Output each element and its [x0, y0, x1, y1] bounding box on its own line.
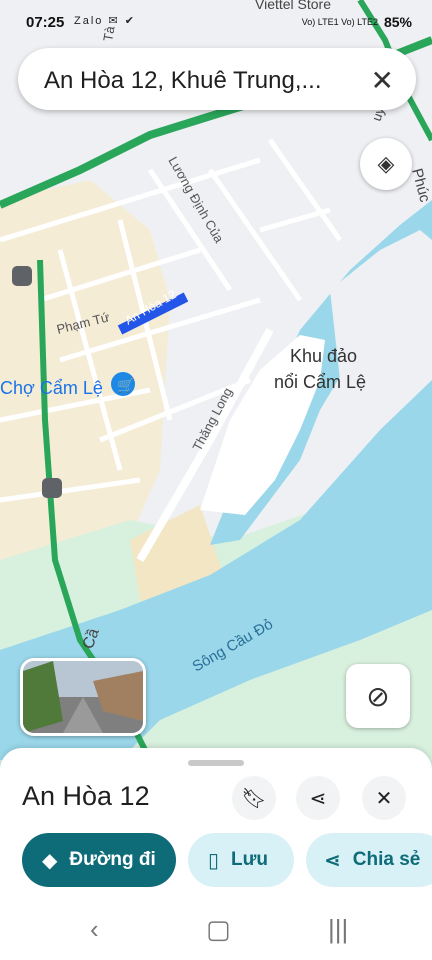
bus-stop-icon — [42, 478, 62, 498]
search-query[interactable]: An Hòa 12, Khuê Trung,... — [44, 67, 322, 95]
location-off-icon: ⊘ — [366, 680, 390, 712]
battery-text: 85% — [383, 14, 412, 30]
search-bar[interactable]: An Hòa 12, Khuê Trung,... ✕ — [18, 48, 416, 110]
signal-text: Vo) LTE1 Vo) LTE2 — [301, 17, 378, 27]
directions-icon: ◆ — [42, 849, 58, 872]
layers-button[interactable]: ◈ — [360, 138, 412, 190]
save-label: Lưu — [231, 849, 268, 870]
notification-icons: Zalo ✉ ✔ — [74, 15, 136, 27]
place-title: An Hòa 12 — [22, 781, 150, 811]
share-icon: ⋖ — [309, 787, 327, 810]
close-sheet-button[interactable]: ✕ — [362, 776, 406, 820]
my-location-button[interactable]: ⊘ — [346, 664, 410, 728]
home-icon[interactable]: ▢ — [206, 914, 231, 945]
close-icon[interactable]: ✕ — [371, 64, 394, 97]
street-view-thumbnail[interactable] — [20, 658, 146, 736]
recents-icon[interactable]: ||| — [328, 914, 348, 945]
street-view-image — [23, 661, 143, 733]
bus-stop-icon — [12, 266, 32, 286]
save-button[interactable]: ▯ Lưu — [188, 833, 294, 887]
bookmark-button[interactable]: 🔖︎ — [232, 776, 276, 820]
status-bar: 07:25 Zalo ✉ ✔ Viettel Store Vo) LTE1 Vo… — [0, 0, 432, 44]
poi-label: Chợ Cẩm Lệ — [0, 378, 103, 398]
directions-button[interactable]: ◆ Đường đi — [22, 833, 176, 887]
share-icon: ⋖ — [324, 849, 341, 872]
layers-icon: ◈ — [377, 151, 395, 176]
carrier-text: Viettel Store — [255, 0, 332, 12]
svg-text:🛒: 🛒 — [117, 377, 134, 394]
back-icon[interactable]: ‹ — [90, 914, 99, 945]
share-button[interactable]: ⋖ Chia sẻ — [306, 833, 432, 887]
share-label: Chia sẻ — [352, 849, 421, 870]
system-nav-bar: ‹ ▢ ||| — [0, 900, 432, 960]
bookmark-icon: 🔖︎ — [241, 787, 267, 810]
directions-label: Đường đi — [69, 849, 156, 870]
status-time: 07:25 — [26, 14, 65, 31]
area-label: Khu đảo — [290, 346, 357, 366]
sheet-handle[interactable] — [188, 760, 244, 766]
status-right: Vo) LTE1 Vo) LTE2 85% — [302, 14, 412, 30]
bookmark-icon: ▯ — [208, 849, 220, 872]
close-icon: ✕ — [375, 787, 393, 810]
area-label: nổi Cẩm Lệ — [274, 372, 366, 392]
share-icon-button[interactable]: ⋖ — [296, 776, 340, 820]
